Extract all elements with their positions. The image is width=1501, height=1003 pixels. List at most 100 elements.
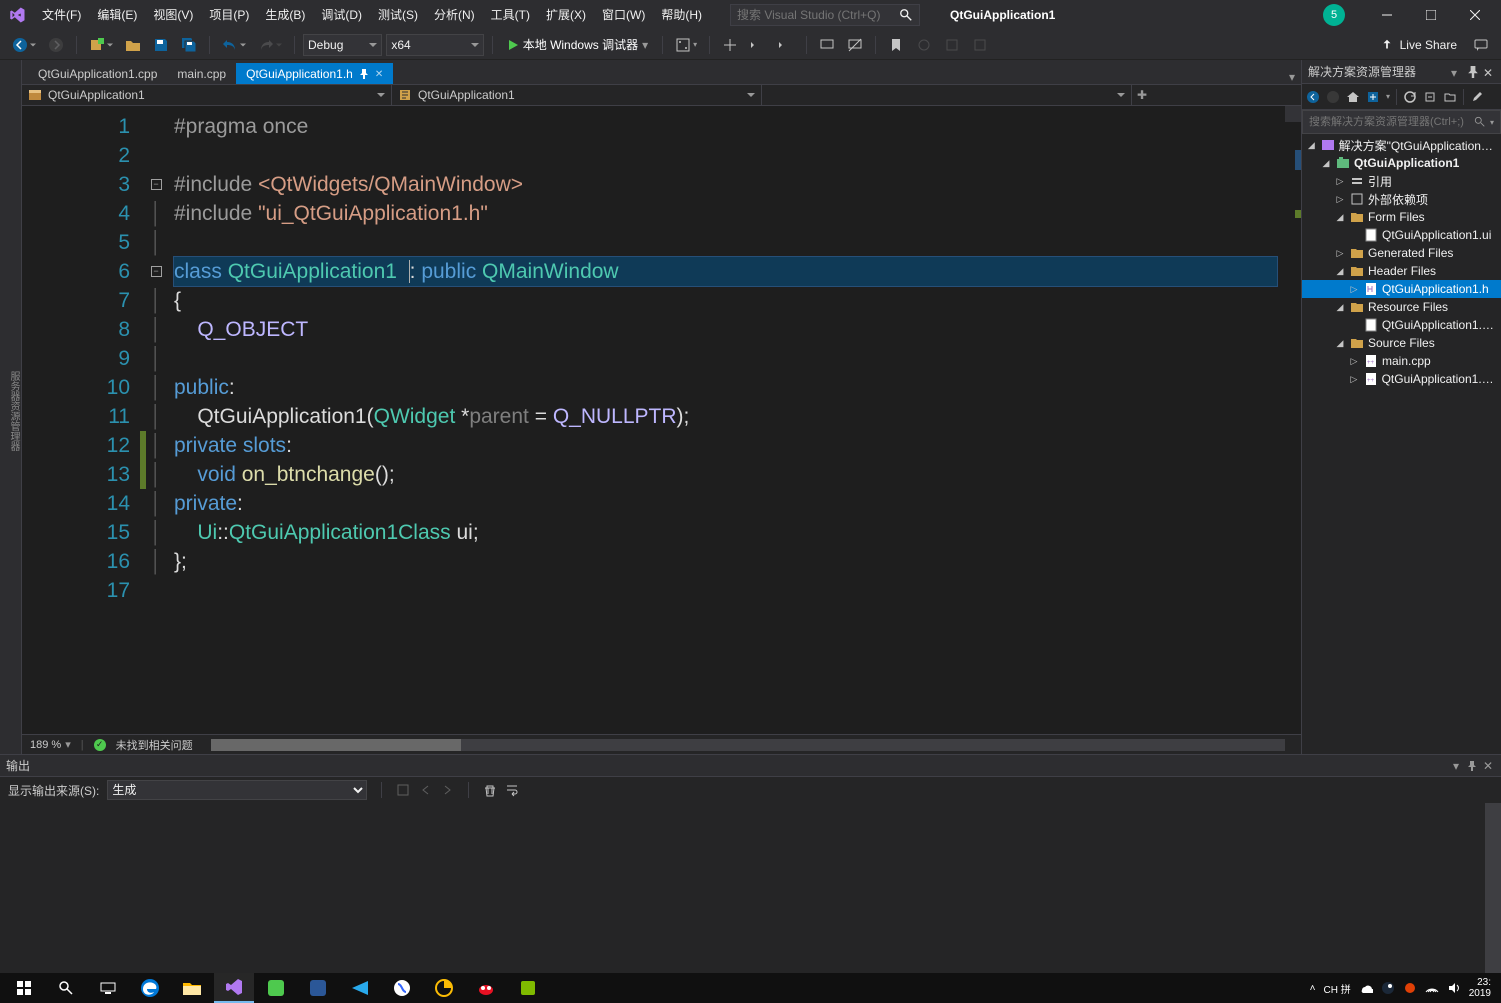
se-sync-icon[interactable] — [1366, 90, 1380, 104]
taskbar-app-1-icon[interactable] — [256, 973, 296, 1003]
user-badge[interactable]: 5 — [1323, 4, 1345, 26]
tray-clock[interactable]: 23:2019 — [1469, 977, 1491, 999]
toolbar-btn-e[interactable] — [912, 35, 936, 55]
taskbar-app-6-icon[interactable] — [466, 973, 506, 1003]
issues-label[interactable]: 未找到相关问题 — [116, 737, 193, 753]
close-panel-icon[interactable]: ✕ — [1483, 66, 1495, 78]
save-button[interactable] — [149, 35, 173, 55]
taskbar-app-3-icon[interactable] — [340, 973, 380, 1003]
function-dropdown[interactable] — [762, 85, 1132, 105]
tray-volume-icon[interactable] — [1447, 981, 1461, 995]
taskbar-start-icon[interactable] — [4, 973, 44, 1003]
tree-project[interactable]: ◢QtGuiApplication1 — [1302, 154, 1501, 172]
output-wrap-icon[interactable] — [505, 783, 519, 797]
tray-ime[interactable]: CH 拼 — [1324, 981, 1351, 996]
code-editor[interactable]: 1234567891011121314151617 −││−││││││││││… — [22, 106, 1301, 734]
tree-app-cpp[interactable]: ▷++QtGuiApplication1.cpp — [1302, 370, 1501, 388]
output-source-dropdown[interactable]: 生成 — [107, 780, 367, 800]
tray-network-icon[interactable] — [1425, 981, 1439, 995]
tab-qtguiapp-cpp[interactable]: QtGuiApplication1.cpp — [28, 63, 167, 84]
config-dropdown[interactable]: Debug — [303, 34, 382, 56]
output-vertical-scrollbar[interactable] — [1485, 803, 1501, 973]
menu-file[interactable]: 文件(F) — [34, 3, 89, 26]
toolbar-btn-b[interactable] — [718, 35, 742, 55]
menu-tools[interactable]: 工具(T) — [483, 3, 538, 26]
tree-generated-files[interactable]: ▷Generated Files — [1302, 244, 1501, 262]
se-showall-icon[interactable] — [1443, 90, 1457, 104]
window-minimize-button[interactable] — [1365, 0, 1409, 30]
tree-references[interactable]: ▷引用 — [1302, 172, 1501, 190]
tray-steam-icon[interactable] — [1381, 981, 1395, 995]
split-horizontal-button[interactable] — [1285, 106, 1301, 122]
horizontal-scrollbar[interactable] — [211, 739, 1285, 751]
panel-dropdown-icon[interactable]: ▾ — [1451, 66, 1463, 78]
taskbar-app-4-icon[interactable] — [382, 973, 422, 1003]
output-clear-icon[interactable] — [483, 783, 497, 797]
tree-resource-files[interactable]: ◢Resource Files — [1302, 298, 1501, 316]
tray-onedrive-icon[interactable] — [1359, 981, 1373, 995]
se-fwd-icon[interactable] — [1326, 90, 1340, 104]
zoom-dropdown[interactable]: 189 %▾ — [30, 738, 71, 751]
rail-server-explorer[interactable]: 服务器资源管理器 — [6, 371, 21, 451]
new-project-button[interactable] — [85, 35, 117, 55]
window-maximize-button[interactable] — [1409, 0, 1453, 30]
taskbar-vs-icon[interactable] — [214, 973, 254, 1003]
tree-form-ui[interactable]: QtGuiApplication1.ui — [1302, 226, 1501, 244]
close-icon[interactable]: ✕ — [1481, 759, 1495, 773]
menu-view[interactable]: 视图(V) — [145, 3, 201, 26]
tree-resource-qrc[interactable]: QtGuiApplication1.qrc — [1302, 316, 1501, 334]
menu-test[interactable]: 测试(S) — [370, 3, 426, 26]
live-share-button[interactable]: Live Share — [1372, 38, 1465, 52]
nav-fwd-button[interactable] — [44, 35, 68, 55]
se-properties-icon[interactable] — [1470, 90, 1484, 104]
indent-more-button[interactable] — [774, 35, 798, 55]
output-panel-title[interactable]: 输出 — [6, 757, 30, 774]
tree-form-files[interactable]: ◢Form Files — [1302, 208, 1501, 226]
output-text[interactable] — [0, 803, 1501, 973]
global-search-input[interactable] — [737, 8, 899, 22]
scope-dropdown[interactable]: QtGuiApplication1 — [22, 85, 392, 105]
overview-ruler[interactable] — [1285, 106, 1301, 734]
uncomment-button[interactable] — [843, 35, 867, 55]
feedback-button[interactable] — [1469, 35, 1493, 55]
tab-close-icon[interactable]: ✕ — [375, 69, 383, 80]
menu-extensions[interactable]: 扩展(X) — [538, 3, 594, 26]
run-debug-button[interactable]: 本地 Windows 调试器▾ — [501, 36, 654, 53]
menu-edit[interactable]: 编辑(E) — [89, 3, 145, 26]
solution-tree[interactable]: ◢解决方案"QtGuiApplication1"(1 个 ◢QtGuiAppli… — [1302, 134, 1501, 754]
output-next-icon[interactable] — [440, 783, 454, 797]
toolbar-btn-f[interactable] — [940, 35, 964, 55]
tree-header-files[interactable]: ◢Header Files — [1302, 262, 1501, 280]
nav-back-button[interactable] — [8, 35, 40, 55]
split-editor-button[interactable]: ✚ — [1132, 85, 1152, 105]
output-prev-icon[interactable] — [418, 783, 432, 797]
se-refresh-icon[interactable] — [1403, 90, 1417, 104]
taskbar-explorer-icon[interactable] — [172, 973, 212, 1003]
tab-main-cpp[interactable]: main.cpp — [167, 63, 236, 84]
tabs-overflow-button[interactable]: ▾ — [1283, 70, 1301, 84]
menu-build[interactable]: 生成(B) — [257, 3, 313, 26]
menu-project[interactable]: 项目(P) — [201, 3, 257, 26]
taskbar-search-icon[interactable] — [46, 973, 86, 1003]
toolbar-btn-a[interactable]: ▾ — [671, 35, 701, 55]
menu-help[interactable]: 帮助(H) — [653, 3, 710, 26]
output-find-icon[interactable] — [396, 783, 410, 797]
tree-external-deps[interactable]: ▷外部依赖项 — [1302, 190, 1501, 208]
open-file-button[interactable] — [121, 35, 145, 55]
system-tray[interactable]: ˄ CH 拼 23:2019 — [1310, 977, 1497, 999]
se-back-icon[interactable] — [1306, 90, 1320, 104]
toolbar-btn-g[interactable] — [968, 35, 992, 55]
solution-search-input[interactable] — [1309, 116, 1474, 128]
window-close-button[interactable] — [1453, 0, 1497, 30]
comment-button[interactable] — [815, 35, 839, 55]
output-dropdown-icon[interactable]: ▾ — [1449, 759, 1463, 773]
undo-button[interactable] — [218, 35, 250, 55]
indent-less-button[interactable] — [746, 35, 770, 55]
tab-qtguiapp-h[interactable]: QtGuiApplication1.h ✕ — [236, 63, 393, 84]
menu-window[interactable]: 窗口(W) — [594, 3, 653, 26]
se-collapse-icon[interactable] — [1423, 90, 1437, 104]
tree-solution-root[interactable]: ◢解决方案"QtGuiApplication1"(1 个 — [1302, 136, 1501, 154]
taskbar-app-5-icon[interactable] — [424, 973, 464, 1003]
redo-button[interactable] — [254, 35, 286, 55]
platform-dropdown[interactable]: x64 — [386, 34, 483, 56]
